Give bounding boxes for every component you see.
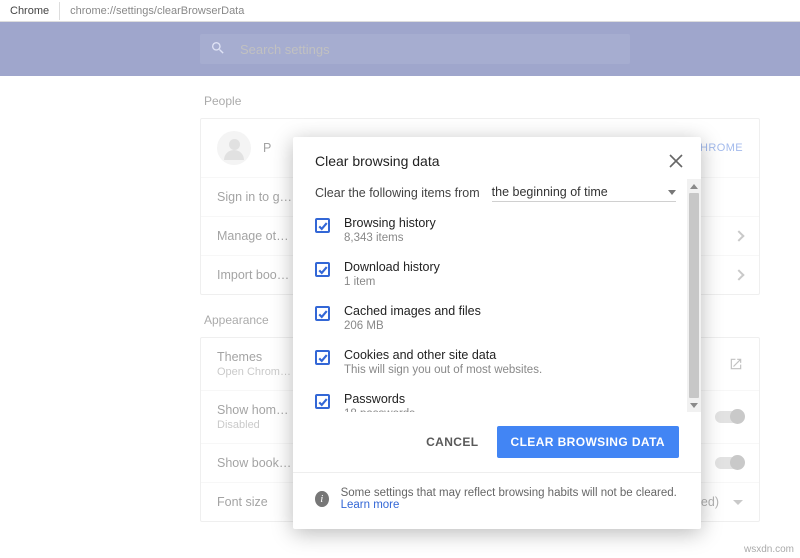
scroll-up-icon[interactable] [687, 179, 701, 193]
dialog-body: Clear the following items from the begin… [293, 179, 701, 412]
option-title: Cookies and other site data [344, 348, 542, 362]
dialog-title: Clear browsing data [315, 153, 440, 169]
option-sub: 1 item [344, 276, 440, 288]
option-sub: This will sign you out of most websites. [344, 364, 542, 376]
option-cookies[interactable]: Cookies and other site data This will si… [315, 348, 681, 376]
time-range-value: the beginning of time [492, 185, 608, 199]
dialog-actions: CANCEL CLEAR BROWSING DATA [293, 412, 701, 472]
option-sub: 206 MB [344, 320, 481, 332]
checkbox-checked-icon[interactable] [315, 218, 330, 233]
option-browsing-history[interactable]: Browsing history 8,343 items [315, 216, 681, 244]
footer-text: Some settings that may reflect browsing … [341, 487, 677, 499]
dialog-subtitle: Clear the following items from [315, 186, 480, 200]
option-cached-files[interactable]: Cached images and files 206 MB [315, 304, 681, 332]
browser-chrome-bar: Chrome chrome://settings/clearBrowserDat… [0, 0, 800, 22]
option-sub: 18 passwords [344, 408, 415, 412]
watermark: wsxdn.com [744, 544, 794, 555]
cancel-button[interactable]: CANCEL [426, 435, 478, 449]
info-icon: i [315, 491, 329, 507]
close-icon[interactable] [669, 154, 683, 168]
option-title: Download history [344, 260, 440, 274]
dialog-header: Clear browsing data [293, 137, 701, 179]
scroll-thumb[interactable] [689, 193, 699, 398]
dialog-scrollbar[interactable] [687, 179, 701, 412]
checkbox-checked-icon[interactable] [315, 394, 330, 409]
learn-more-link[interactable]: Learn more [341, 499, 400, 511]
option-title: Passwords [344, 392, 415, 406]
clear-data-button[interactable]: CLEAR BROWSING DATA [497, 426, 679, 458]
address-bar[interactable]: chrome://settings/clearBrowserData [60, 2, 800, 20]
chevron-down-icon [668, 190, 676, 195]
checkbox-checked-icon[interactable] [315, 306, 330, 321]
option-download-history[interactable]: Download history 1 item [315, 260, 681, 288]
browser-tab-title[interactable]: Chrome [0, 2, 60, 20]
option-passwords[interactable]: Passwords 18 passwords [315, 392, 681, 412]
option-title: Cached images and files [344, 304, 481, 318]
scroll-down-icon[interactable] [687, 398, 701, 412]
clear-browsing-data-dialog: Clear browsing data Clear the following … [293, 137, 701, 529]
time-range-select[interactable]: the beginning of time [492, 183, 676, 202]
checkbox-checked-icon[interactable] [315, 350, 330, 365]
option-sub: 8,343 items [344, 232, 436, 244]
option-title: Browsing history [344, 216, 436, 230]
checkbox-checked-icon[interactable] [315, 262, 330, 277]
dialog-footer-note: i Some settings that may reflect browsin… [293, 472, 701, 529]
